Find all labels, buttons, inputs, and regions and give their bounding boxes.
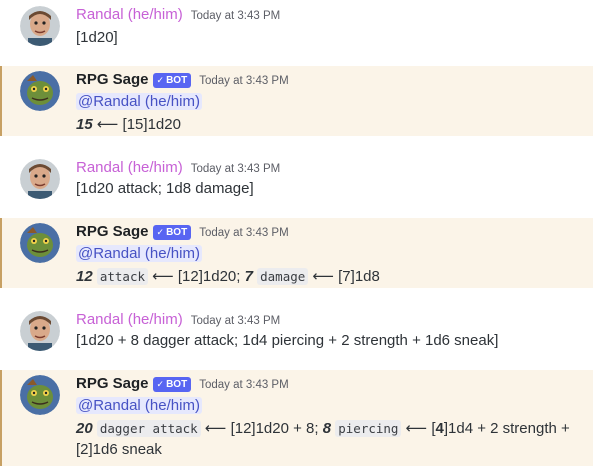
bot-username[interactable]: RPG Sage xyxy=(76,71,149,88)
roll-detail: [15]1d20 xyxy=(122,116,181,133)
arrow-icon: ⟵ xyxy=(96,116,119,133)
roll-total: 12 xyxy=(76,268,93,285)
timestamp[interactable]: Today at 3:43 PM xyxy=(199,227,289,239)
roll-detail: [7]1d8 xyxy=(338,268,380,285)
message-text: [1d20 + 8 dagger attack; 1d4 piercing + … xyxy=(76,332,499,349)
verified-check-icon: ✓ xyxy=(156,379,165,389)
message-mention-line: @Randal (he/him) xyxy=(76,245,202,262)
user-avatar[interactable] xyxy=(20,6,60,46)
message-mention-line: @Randal (he/him) xyxy=(76,397,202,414)
message-header: RPG Sage ✓ BOT Today at 3:43 PM xyxy=(76,375,289,393)
message-header: RPG Sage ✓ BOT Today at 3:43 PM xyxy=(76,71,289,89)
bot-username[interactable]: RPG Sage xyxy=(76,375,149,392)
message-bot-3: RPG Sage ✓ BOT Today at 3:43 PM @Randal (… xyxy=(0,370,593,466)
bot-avatar[interactable] xyxy=(20,223,60,263)
user-mention[interactable]: @Randal (he/him) xyxy=(76,397,202,414)
dice-result-line: 15 ⟵ [15]1d20 xyxy=(76,115,181,133)
dice-result-line-continued: [2]1d6 sneak xyxy=(76,441,162,458)
timestamp[interactable]: Today at 3:43 PM xyxy=(199,379,289,391)
username[interactable]: Randal (he/him) xyxy=(76,159,183,176)
user-avatar[interactable] xyxy=(20,159,60,199)
user-mention[interactable]: @Randal (he/him) xyxy=(76,245,202,262)
dice-result-line: 20 dagger attack ⟵ [12]1d20 + 8; 8 pierc… xyxy=(76,419,570,437)
bot-avatar[interactable] xyxy=(20,71,60,111)
arrow-icon: ⟵ xyxy=(204,420,227,437)
arrow-icon: ⟵ xyxy=(312,268,334,285)
bot-badge: ✓ BOT xyxy=(152,377,192,392)
bot-badge-label: BOT xyxy=(166,227,188,238)
dice-result-line: 12 attack ⟵ [12]1d20; 7 damage ⟵ [7]1d8 xyxy=(76,267,380,285)
arrow-icon: ⟵ xyxy=(405,420,428,437)
message-user-2: Randal (he/him) Today at 3:43 PM [1d20 a… xyxy=(0,153,593,215)
roll-label: dagger attack xyxy=(96,420,201,437)
roll-detail: [12]1d20; xyxy=(177,268,241,285)
roll-detail: [4]1d4 + 2 strength + xyxy=(431,420,570,437)
message-text: [1d20 attack; 1d8 damage] xyxy=(76,180,254,197)
bot-badge: ✓ BOT xyxy=(152,73,192,88)
message-feed: Randal (he/him) Today at 3:43 PM [1d20] … xyxy=(0,0,593,470)
roll-label: attack xyxy=(96,268,149,285)
bot-badge-label: BOT xyxy=(166,379,188,390)
message-user-3: Randal (he/him) Today at 3:43 PM [1d20 +… xyxy=(0,305,593,367)
username[interactable]: Randal (he/him) xyxy=(76,6,183,23)
bot-username[interactable]: RPG Sage xyxy=(76,223,149,240)
message-text: [1d20] xyxy=(76,29,118,46)
bot-badge: ✓ BOT xyxy=(152,225,192,240)
timestamp[interactable]: Today at 3:43 PM xyxy=(191,10,281,22)
message-mention-line: @Randal (he/him) xyxy=(76,93,202,110)
timestamp[interactable]: Today at 3:43 PM xyxy=(191,163,281,175)
message-header: Randal (he/him) Today at 3:43 PM xyxy=(76,159,280,176)
roll-total: 7 xyxy=(244,268,253,285)
message-user-1: Randal (he/him) Today at 3:43 PM [1d20] xyxy=(0,0,593,62)
bot-avatar[interactable] xyxy=(20,375,60,415)
user-avatar[interactable] xyxy=(20,311,60,351)
message-bot-2: RPG Sage ✓ BOT Today at 3:43 PM @Randal (… xyxy=(0,218,593,288)
message-header: RPG Sage ✓ BOT Today at 3:43 PM xyxy=(76,223,289,241)
timestamp[interactable]: Today at 3:43 PM xyxy=(199,75,289,87)
bot-badge-label: BOT xyxy=(166,75,188,86)
message-header: Randal (he/him) Today at 3:43 PM xyxy=(76,6,280,23)
user-mention[interactable]: @Randal (he/him) xyxy=(76,93,202,110)
message-header: Randal (he/him) Today at 3:43 PM xyxy=(76,311,280,328)
message-bot-1: RPG Sage ✓ BOT Today at 3:43 PM @Randal (… xyxy=(0,66,593,136)
timestamp[interactable]: Today at 3:43 PM xyxy=(191,315,281,327)
roll-label: piercing xyxy=(335,420,402,437)
roll-total: 8 xyxy=(322,420,332,437)
verified-check-icon: ✓ xyxy=(156,75,165,85)
username[interactable]: Randal (he/him) xyxy=(76,311,183,328)
roll-total: 15 xyxy=(76,116,93,133)
roll-detail: [12]1d20 + 8; xyxy=(230,420,319,437)
roll-total: 20 xyxy=(76,420,93,437)
roll-label: damage xyxy=(257,268,309,285)
verified-check-icon: ✓ xyxy=(156,227,165,237)
arrow-icon: ⟵ xyxy=(152,268,174,285)
